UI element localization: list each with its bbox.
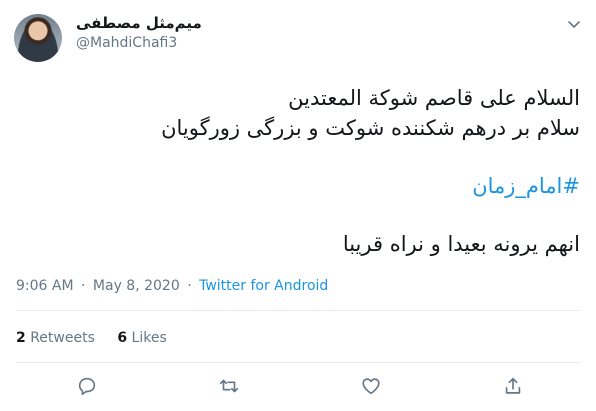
- reply-icon[interactable]: [74, 373, 100, 399]
- retweet-icon[interactable]: [216, 373, 242, 399]
- user-handle[interactable]: @MahdiChafi3: [76, 35, 177, 51]
- share-icon[interactable]: [500, 373, 526, 399]
- tweet-source-link[interactable]: Twitter for Android: [199, 278, 328, 294]
- likes-label: Likes: [131, 330, 167, 346]
- tweet-meta: 9:06 AM · May 8, 2020 · Twitter for Andr…: [16, 278, 328, 294]
- tweet-stats: 2 Retweets 6 Likes: [16, 330, 185, 346]
- meta-separator: ·: [187, 278, 192, 294]
- meta-separator: ·: [81, 278, 86, 294]
- retweets-label: Retweets: [30, 330, 95, 346]
- divider: [16, 310, 580, 311]
- tweet-text-line: السلام علی قاصم شوکة المعتدین: [288, 86, 580, 110]
- tweet-text-line: سلام بر درهم شکننده شوکت و بزرگی زورگویا…: [161, 116, 580, 140]
- likes-stat[interactable]: 6 Likes: [117, 330, 166, 346]
- likes-count: 6: [117, 330, 128, 346]
- hashtag-link[interactable]: #امام_زمان: [472, 172, 580, 200]
- like-icon[interactable]: [358, 373, 384, 399]
- tweet-date[interactable]: May 8, 2020: [93, 278, 180, 294]
- retweets-stat[interactable]: 2 Retweets: [16, 330, 95, 346]
- divider: [16, 362, 580, 363]
- tweet-text-line: انهم یرونه بعیدا و نراه قریبا: [342, 232, 580, 256]
- chevron-down-icon[interactable]: [566, 16, 582, 32]
- retweets-count: 2: [16, 330, 26, 346]
- tweet-card: میم‌مثل مصطفی @MahdiChafi3 السلام علی قا…: [0, 0, 596, 411]
- tweet-time[interactable]: 9:06 AM: [16, 278, 74, 294]
- avatar[interactable]: [14, 14, 62, 62]
- display-name[interactable]: میم‌مثل مصطفی: [76, 14, 202, 32]
